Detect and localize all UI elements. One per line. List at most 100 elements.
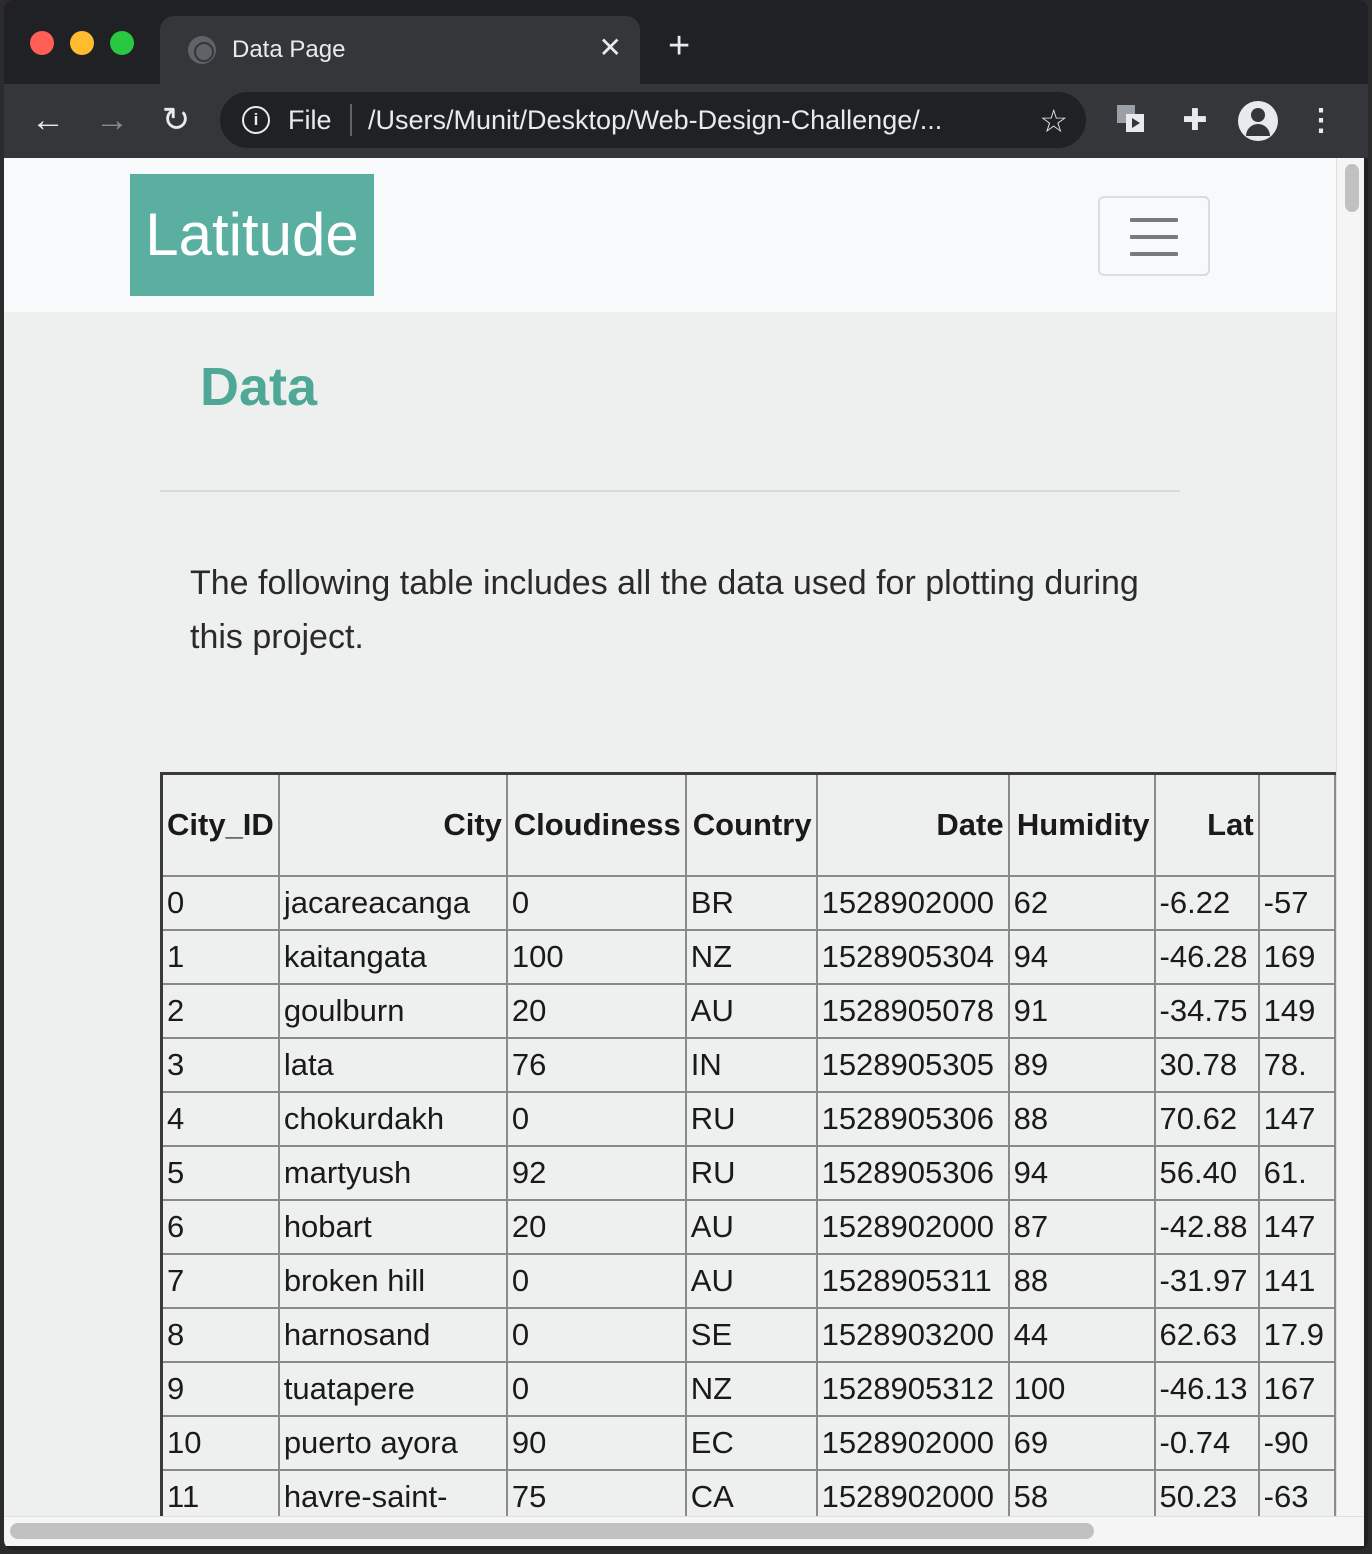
table-row: 11 havre-saint- 75 CA 1528902000 58 50.23 -63: [160, 1468, 1336, 1516]
site-navbar: Latitude: [4, 158, 1336, 312]
cell-humidity: 91: [1007, 982, 1156, 1039]
cell-humidity: 88: [1007, 1090, 1156, 1147]
cell-country: RU: [684, 1090, 818, 1147]
horizontal-scrollbar[interactable]: [4, 1516, 1364, 1546]
cell-lng: 167: [1257, 1360, 1336, 1417]
table-row: 5 martyush 92 RU 1528905306 94 56.40 61.: [160, 1144, 1336, 1201]
table-row: 3 lata 76 IN 1528905305 89 30.78 78.: [160, 1036, 1336, 1093]
cell-date: 1528905304: [815, 928, 1010, 985]
cell-lat: 70.62: [1153, 1090, 1260, 1147]
new-tab-button[interactable]: +: [668, 26, 690, 66]
cell-humidity: 100: [1007, 1360, 1156, 1417]
cell-city: havre-saint-: [277, 1468, 508, 1516]
cell-lng: 61.: [1257, 1144, 1336, 1201]
cell-lng: 147: [1257, 1090, 1336, 1147]
header-lng[interactable]: [1257, 772, 1336, 877]
table-row: 8 harnosand 0 SE 1528903200 44 62.63 17.9: [160, 1306, 1336, 1363]
cell-city: chokurdakh: [277, 1090, 508, 1147]
cell-city-id: 4: [160, 1090, 280, 1147]
cell-city-id: 10: [160, 1414, 280, 1471]
cell-country: NZ: [684, 1360, 818, 1417]
header-city-id[interactable]: City_ID: [160, 772, 280, 877]
cell-humidity: 44: [1007, 1306, 1156, 1363]
cell-city: jacareacanga: [277, 874, 508, 931]
cell-date: 1528903200: [815, 1306, 1010, 1363]
cell-city: broken hill: [277, 1252, 508, 1309]
cell-city: hobart: [277, 1198, 508, 1255]
cell-date: 1528902000: [815, 1414, 1010, 1471]
cell-lng: 78.: [1257, 1036, 1336, 1093]
back-arrow-icon[interactable]: ←: [28, 100, 68, 140]
cell-country: AU: [684, 1198, 818, 1255]
cell-humidity: 94: [1007, 928, 1156, 985]
table-body: 0 jacareacanga 0 BR 1528902000 62 -6.22 -57 1 kai…: [160, 874, 1336, 1516]
cell-date: 1528902000: [815, 1468, 1010, 1516]
url-text[interactable]: /Users/Munit/Desktop/Web-Design-Challeng…: [368, 105, 942, 136]
browser-window: Data Page ✕ + ← → ↻ i File /Users/Munit/…: [4, 0, 1368, 1550]
minimize-window-button[interactable]: [70, 31, 94, 55]
globe-icon: [188, 36, 216, 64]
cell-date: 1528902000: [815, 1198, 1010, 1255]
cell-city-id: 2: [160, 982, 280, 1039]
cell-lat: -0.74: [1153, 1414, 1260, 1471]
cell-cloudiness: 0: [505, 1252, 687, 1309]
cell-country: AU: [684, 982, 818, 1039]
header-city[interactable]: City: [277, 772, 508, 877]
table-row: 1 kaitangata 100 NZ 1528905304 94 -46.28 169: [160, 928, 1336, 985]
info-icon[interactable]: i: [242, 106, 270, 134]
vertical-scroll-thumb[interactable]: [1345, 164, 1359, 212]
cell-date: 1528905306: [815, 1144, 1010, 1201]
vertical-scrollbar[interactable]: [1336, 158, 1364, 1516]
cell-cloudiness: 0: [505, 1306, 687, 1363]
cell-city: tuatapere: [277, 1360, 508, 1417]
cell-country: IN: [684, 1036, 818, 1093]
cell-lng: -57: [1257, 874, 1336, 931]
cell-city: lata: [277, 1036, 508, 1093]
header-humidity[interactable]: Humidity: [1007, 772, 1156, 877]
more-menu-icon[interactable]: ⋮: [1302, 102, 1340, 140]
url-scheme-label: File: [288, 105, 332, 135]
cell-country: CA: [684, 1468, 818, 1516]
tab-strip: Data Page ✕ +: [4, 0, 1368, 84]
cell-lng: 17.9: [1257, 1306, 1336, 1363]
hamburger-line: [1130, 252, 1178, 256]
cell-city-id: 5: [160, 1144, 280, 1201]
table-row: 6 hobart 20 AU 1528902000 87 -42.88 147: [160, 1198, 1336, 1255]
cell-lat: -46.13: [1153, 1360, 1260, 1417]
maximize-window-button[interactable]: [110, 31, 134, 55]
cell-city-id: 8: [160, 1306, 280, 1363]
hamburger-menu-button[interactable]: [1098, 196, 1210, 276]
cell-humidity: 69: [1007, 1414, 1156, 1471]
cell-humidity: 62: [1007, 874, 1156, 931]
header-lat[interactable]: Lat: [1153, 772, 1260, 877]
header-date[interactable]: Date: [815, 772, 1010, 877]
reload-icon[interactable]: ↻: [156, 100, 196, 140]
cell-lat: 62.63: [1153, 1306, 1260, 1363]
horizontal-scroll-thumb[interactable]: [10, 1523, 1094, 1539]
cell-country: SE: [684, 1306, 818, 1363]
tab-close-icon[interactable]: ✕: [599, 32, 622, 64]
forward-arrow-icon[interactable]: →: [92, 100, 132, 140]
address-bar[interactable]: i File /Users/Munit/Desktop/Web-Design-C…: [220, 92, 1086, 148]
profile-avatar-icon[interactable]: [1238, 101, 1278, 141]
table-row: 2 goulburn 20 AU 1528905078 91 -34.75 149: [160, 982, 1336, 1039]
cell-lng: 169: [1257, 928, 1336, 985]
cell-city: puerto ayora: [277, 1414, 508, 1471]
close-window-button[interactable]: [30, 31, 54, 55]
brand-logo[interactable]: Latitude: [130, 174, 374, 296]
table-row: 4 chokurdakh 0 RU 1528905306 88 70.62 147: [160, 1090, 1336, 1147]
cell-city-id: 0: [160, 874, 280, 931]
cell-city-id: 1: [160, 928, 280, 985]
cell-cloudiness: 100: [505, 928, 687, 985]
bookmark-star-icon[interactable]: ☆: [1039, 102, 1068, 140]
cell-country: AU: [684, 1252, 818, 1309]
page-title: Data: [200, 357, 318, 417]
header-cloudiness[interactable]: Cloudiness: [505, 772, 687, 877]
tab-data-page[interactable]: Data Page ✕: [160, 16, 640, 84]
cell-date: 1528905305: [815, 1036, 1010, 1093]
extensions-puzzle-icon[interactable]: ✚: [1176, 102, 1214, 140]
media-router-icon[interactable]: [1112, 102, 1150, 140]
cell-city: martyush: [277, 1144, 508, 1201]
header-country[interactable]: Country: [684, 772, 818, 877]
cell-date: 1528905306: [815, 1090, 1010, 1147]
